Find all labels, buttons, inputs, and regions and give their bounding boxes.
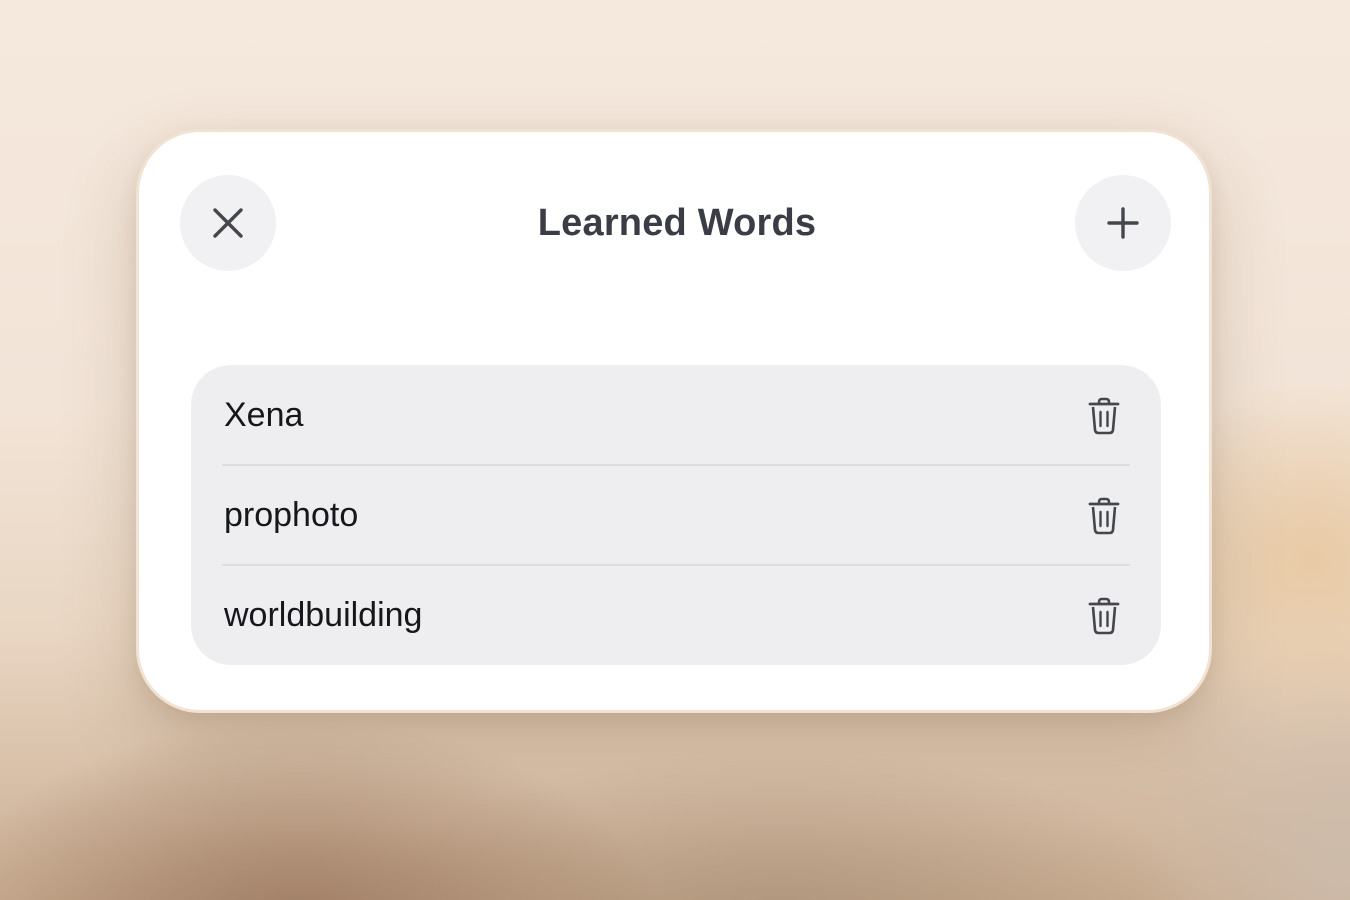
delete-word-button[interactable] bbox=[1084, 496, 1124, 536]
add-word-button[interactable] bbox=[1075, 175, 1171, 271]
trash-icon bbox=[1087, 397, 1121, 435]
dialog-title: Learned Words bbox=[319, 198, 1035, 248]
learned-words-dialog: Learned Words Xena prophoto bbox=[136, 129, 1212, 713]
delete-word-button[interactable] bbox=[1084, 396, 1124, 436]
delete-word-button[interactable] bbox=[1084, 596, 1124, 636]
learned-words-list: Xena prophoto wo bbox=[191, 365, 1161, 665]
trash-icon bbox=[1087, 597, 1121, 635]
list-item: worldbuilding bbox=[191, 565, 1161, 665]
word-label: prophoto bbox=[224, 495, 358, 535]
close-icon bbox=[211, 206, 245, 240]
list-item: Xena bbox=[191, 365, 1161, 465]
plus-icon bbox=[1106, 206, 1140, 240]
word-label: worldbuilding bbox=[224, 595, 422, 635]
list-item: prophoto bbox=[191, 465, 1161, 565]
word-label: Xena bbox=[224, 395, 303, 435]
close-button[interactable] bbox=[180, 175, 276, 271]
trash-icon bbox=[1087, 497, 1121, 535]
